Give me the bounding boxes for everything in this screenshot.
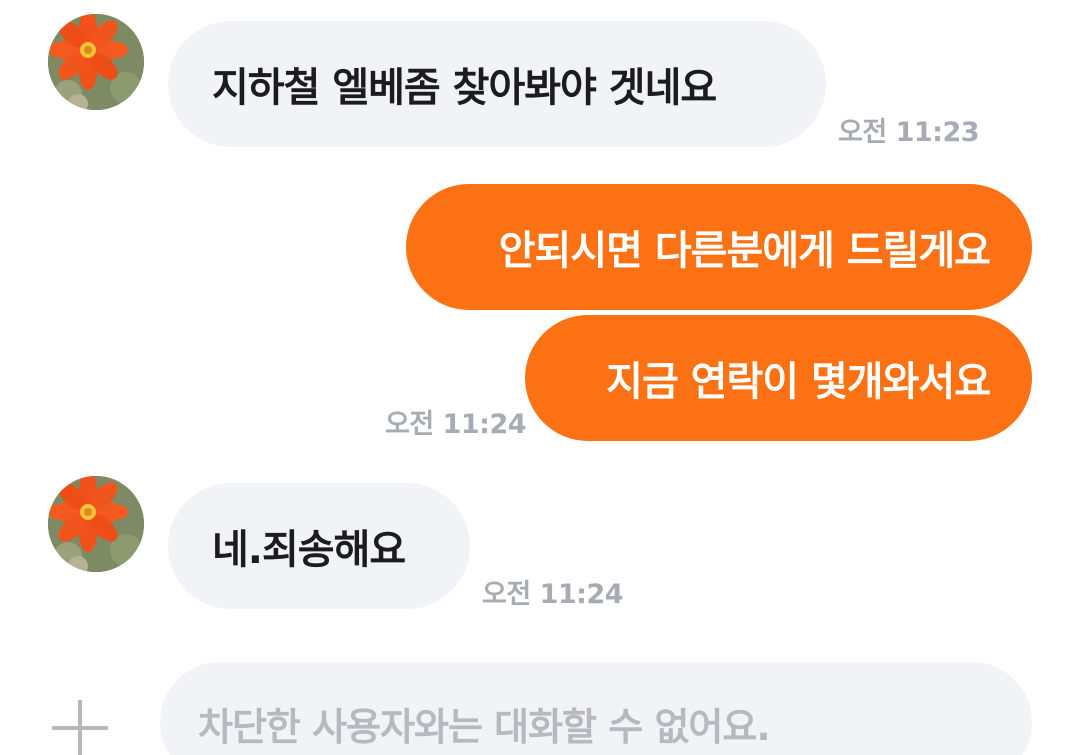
message-timestamp: 오전 11:24 [482, 579, 624, 610]
message-text: 안되시면 다른분에게 드릴게요 [498, 228, 991, 274]
avatar[interactable] [48, 14, 144, 110]
plus-icon[interactable] [52, 700, 108, 755]
cactus-flower-icon [48, 14, 144, 110]
outgoing-message-bubble[interactable]: 안되시면 다른분에게 드릴게요 [406, 184, 1032, 310]
incoming-message-bubble[interactable]: 네.죄송해요 [168, 483, 470, 609]
message-timestamp: 오전 11:23 [838, 117, 980, 148]
cactus-flower-icon [48, 476, 144, 572]
avatar[interactable] [48, 476, 144, 572]
message-text: 지하철 엘베좀 찾아봐야 겟네요 [212, 65, 717, 111]
message-input[interactable]: 차단한 사용자와는 대화할 수 없어요. [160, 662, 1032, 755]
outgoing-message-bubble[interactable]: 지금 연락이 몇개와서요 [525, 315, 1032, 441]
message-input-placeholder: 차단한 사용자와는 대화할 수 없어요. [198, 705, 771, 749]
message-timestamp: 오전 11:24 [385, 409, 527, 440]
message-text: 지금 연락이 몇개와서요 [606, 359, 991, 405]
incoming-message-bubble[interactable]: 지하철 엘베좀 찾아봐야 겟네요 [168, 21, 826, 147]
chat-screen: 지하철 엘베좀 찾아봐야 겟네요 오전 11:23 안되시면 다른분에게 드릴게… [0, 0, 1080, 755]
message-text: 네.죄송해요 [212, 527, 406, 573]
